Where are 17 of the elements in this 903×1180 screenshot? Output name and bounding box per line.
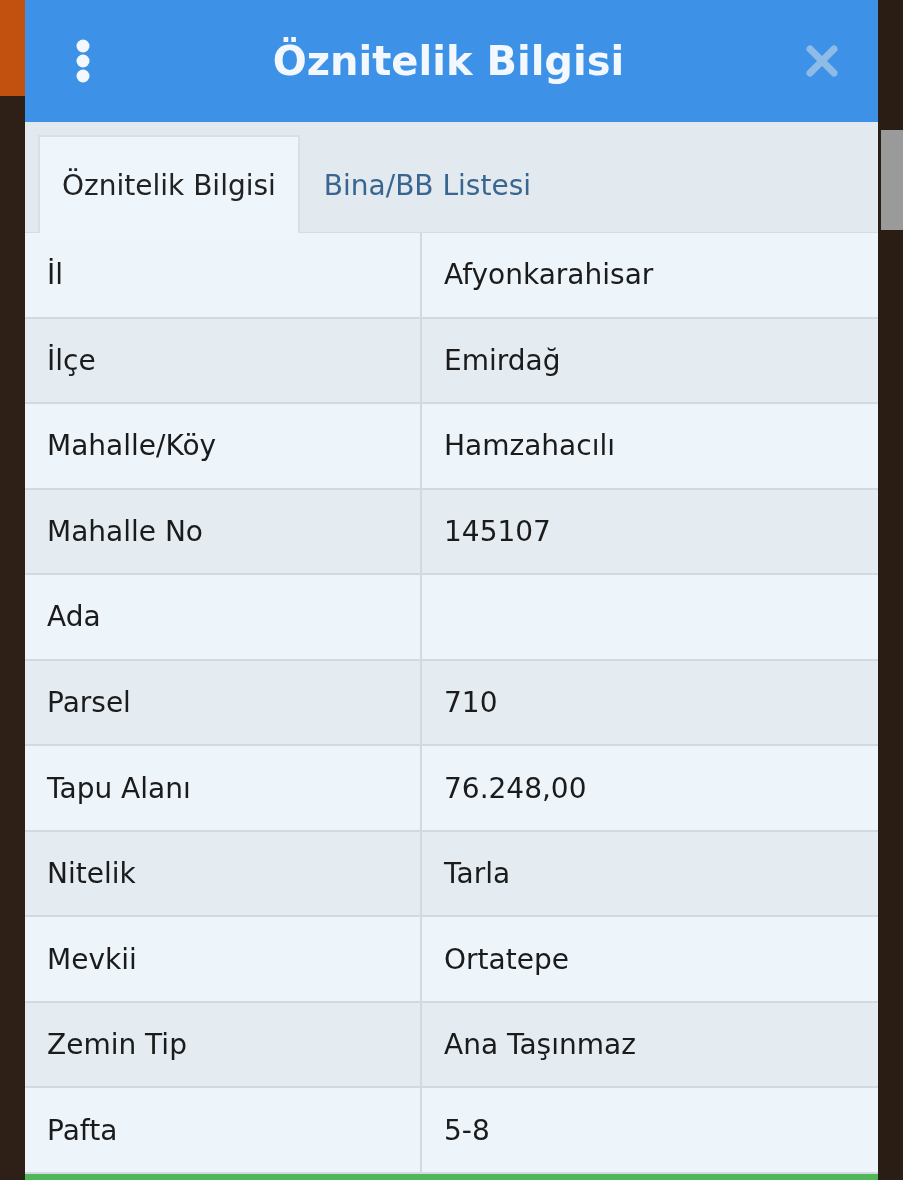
dialog-title: Öznitelik Bilgisi — [272, 38, 625, 84]
label-cell-text: Pafta — [46, 1112, 119, 1149]
label-cell-text: Mahalle/Köy — [46, 428, 218, 465]
label-cell-text: Ada — [46, 599, 102, 636]
label-cell-text: İl — [46, 257, 65, 294]
scrollbar-thumb[interactable] — [881, 130, 903, 230]
label-cell-text: İlçe — [46, 342, 97, 379]
tab[interactable]: Öznitelik Bilgisi — [38, 135, 300, 233]
close-icon[interactable] — [806, 45, 838, 77]
label-cell-text: Mahalle No — [46, 513, 204, 550]
label-cell-text: Tapu Alanı — [46, 770, 192, 807]
tab[interactable]: Bina/BB Listesi — [299, 135, 555, 233]
label-cell-text: Mevkii — [46, 941, 138, 978]
label-cell-text: Parsel — [46, 685, 132, 721]
label-cell-text: Zemin Tip — [46, 1027, 188, 1064]
label-cell-text: Nitelik — [46, 856, 137, 893]
menu-icon[interactable] — [75, 39, 91, 83]
